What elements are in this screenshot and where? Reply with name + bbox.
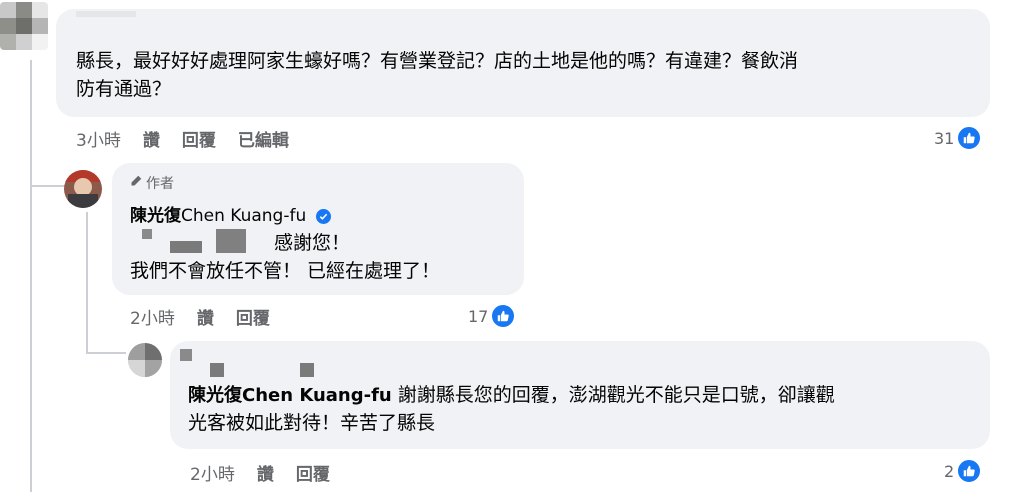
like-button[interactable]: 讚	[197, 304, 214, 329]
reply2-like-count[interactable]: 2	[944, 458, 983, 484]
commenter-avatar[interactable]	[0, 2, 48, 50]
like-button[interactable]: 讚	[143, 126, 160, 151]
reply-bubble-author: 作者 陳光復Chen Kuang-fu 感謝您！ 我們不會放任不管！ 已經在處理…	[112, 163, 524, 295]
edited-label[interactable]: 已編輯	[238, 126, 289, 151]
redacted-name	[180, 349, 192, 361]
reply-bubble-visitor: 陳光復Chen Kuang-fu 謝謝縣長您的回覆，澎湖觀光不能只是口號，卻讓觀…	[170, 341, 990, 449]
reply-text-rest: 謝謝縣長您的回覆，澎湖觀光不能只是口號，卻讓觀	[391, 384, 835, 406]
reply-button[interactable]: 回覆	[236, 304, 270, 329]
redacted-name	[76, 11, 136, 17]
comment-timestamp[interactable]: 3小時	[76, 126, 121, 151]
comment-actions: 3小時 讚 回覆 已編輯	[76, 126, 289, 151]
redacted-name	[300, 363, 314, 377]
author-avatar[interactable]	[64, 170, 102, 208]
reply-text-line2: 我們不會放任不管！ 已經在處理了！	[130, 260, 441, 282]
author-badge-label: 作者	[146, 176, 174, 192]
thumbs-up-icon	[490, 303, 517, 329]
reply-text-line1: 感謝您！	[274, 232, 351, 254]
comment-like-count[interactable]: 31	[934, 125, 983, 151]
thread-line-main	[30, 60, 32, 492]
like-button[interactable]: 讚	[257, 460, 274, 485]
thread-line-branch2	[86, 352, 126, 354]
reply-button[interactable]: 回覆	[182, 126, 216, 151]
redacted-name	[210, 363, 224, 377]
redacted-mention	[170, 241, 202, 253]
replier-avatar[interactable]	[128, 343, 162, 377]
pencil-icon	[130, 175, 142, 191]
author-badge: 作者	[130, 173, 174, 193]
like-count-value: 31	[934, 128, 955, 148]
mention-link[interactable]: 陳光復Chen Kuang-fu	[188, 385, 392, 406]
thread-line-branch1	[30, 185, 66, 187]
reply2-timestamp[interactable]: 2小時	[190, 460, 235, 485]
comment-text-line1: 縣長，最好好好處理阿家生蠔好嗎？有營業登記？店的土地是他的嗎？有違建？餐飲消	[76, 50, 799, 72]
reply-timestamp[interactable]: 2小時	[130, 304, 175, 329]
reply-text-line1: 陳光復Chen Kuang-fu 謝謝縣長您的回覆，澎湖觀光不能只是口號，卻讓觀	[188, 381, 835, 410]
thumbs-up-icon	[956, 458, 983, 484]
reply-button[interactable]: 回覆	[296, 460, 330, 485]
reply-text-line2: 光客被如此對待！辛苦了縣長	[188, 412, 436, 434]
thumbs-up-icon	[956, 125, 983, 151]
author-name-latin[interactable]: Chen Kuang-fu	[181, 206, 306, 226]
like-count-value: 2	[944, 461, 955, 481]
author-name-row[interactable]: 陳光復Chen Kuang-fu	[130, 201, 331, 226]
reply-actions: 2小時 讚 回覆	[130, 304, 270, 329]
comment-bubble: 縣長，最好好好處理阿家生蠔好嗎？有營業登記？店的土地是他的嗎？有違建？餐飲消 防…	[56, 9, 990, 117]
verified-check-icon	[315, 208, 331, 224]
redacted-mention	[142, 229, 152, 239]
redacted-mention	[216, 229, 246, 253]
comment-text-line2: 防有通過？	[76, 78, 172, 100]
reply2-actions: 2小時 讚 回覆	[190, 460, 330, 485]
author-name[interactable]: 陳光復	[130, 206, 181, 226]
like-count-value: 17	[468, 306, 489, 326]
thread-line-reply	[86, 212, 88, 354]
reply-like-count[interactable]: 17	[468, 303, 517, 329]
